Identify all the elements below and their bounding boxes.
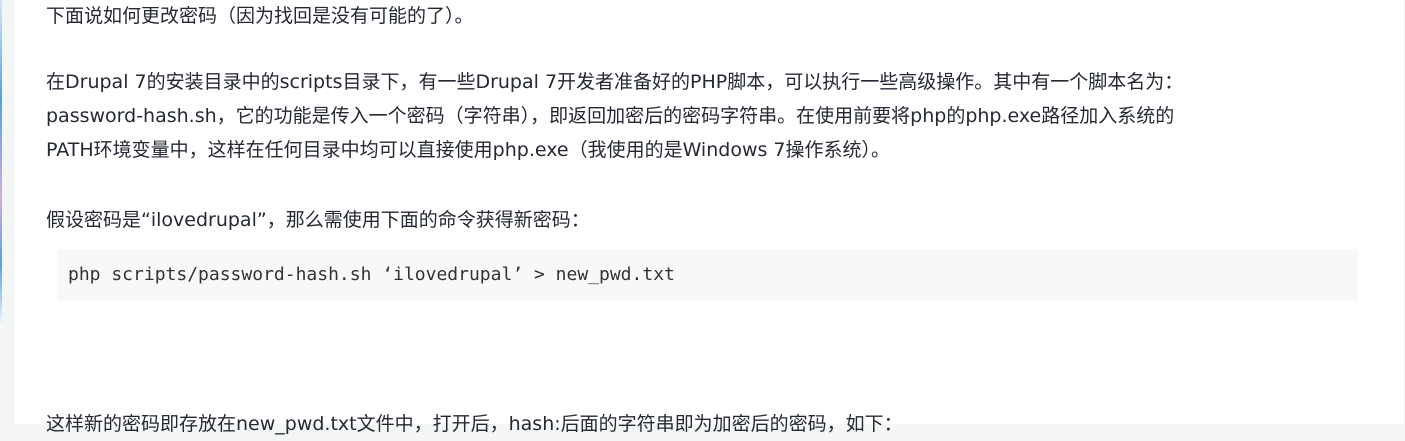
paragraph-scripts-description: 在Drupal 7的安装目录中的scripts目录下，有一些Drupal 7开发… [46,65,1360,167]
paragraph-change-password-intro: 下面说如何更改密码（因为找回是没有可能的了）。 [46,5,474,27]
article-content: 下面说如何更改密码（因为找回是没有可能的了）。 在Drupal 7的安装目录中的… [14,0,1404,435]
code-block[interactable]: php scripts/password-hash.sh ‘ilovedrupa… [57,249,1358,301]
paragraph-line: 在Drupal 7的安装目录中的scripts目录下，有一些Drupal 7开发… [46,71,1184,93]
paragraph-command-intro: 假设密码是“ilovedrupal”，那么需使用下面的命令获得新密码： [46,209,590,231]
paragraph-line: password-hash.sh，它的功能是传入一个密码（字符串），即返回加密后… [46,105,1175,127]
left-accent-bar [0,0,2,330]
paragraph-line: PATH环境变量中，这样在任何目录中均可以直接使用php.exe（我使用的是Wi… [46,139,891,161]
left-edge-strip [0,0,4,424]
paragraph-result-partial: 这样新的密码即存放在new_pwd.txt文件中，打开后，hash:后面的字符串… [46,413,903,435]
code-command[interactable]: php scripts/password-hash.sh ‘ilovedrupa… [68,249,1358,301]
